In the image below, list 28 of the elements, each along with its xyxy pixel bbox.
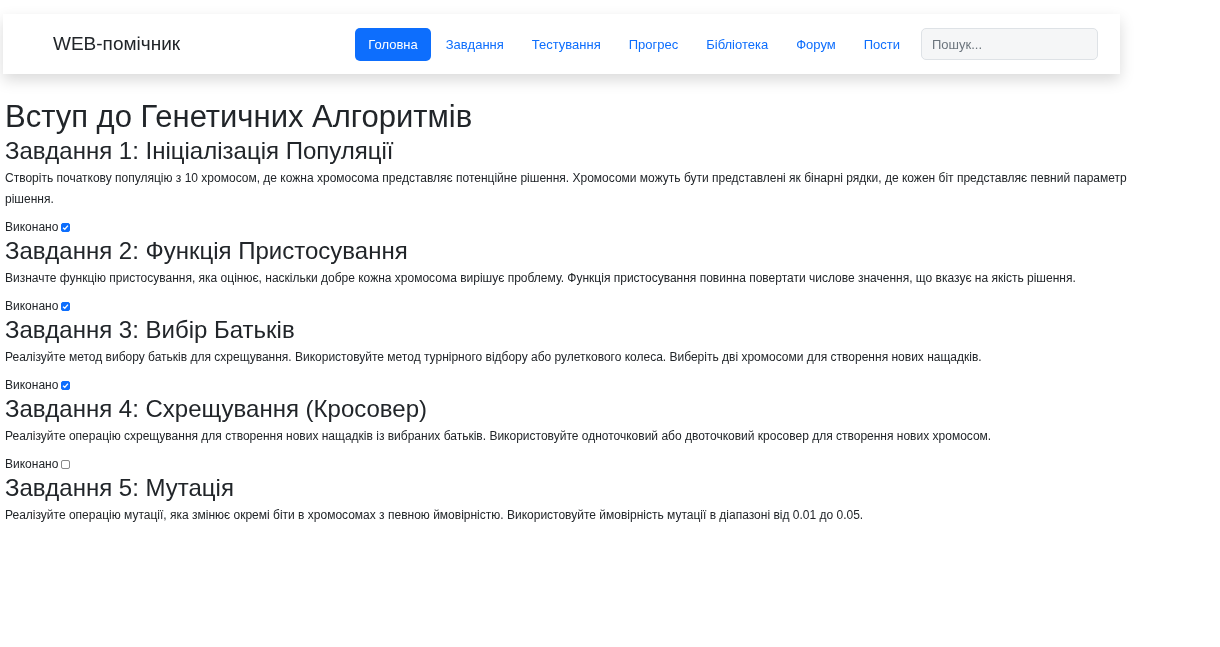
task-title: Завдання 4: Схрещування (Кросовер) xyxy=(5,394,429,424)
task-title: Завдання 3: Вибір Батьків xyxy=(5,315,296,345)
nav-link[interactable]: Тестування xyxy=(518,27,614,61)
task-description: Реалізуйте операцію схрещування для створення нових нащадків із вибраних батьків. Використовуйте одноточковий або двоточковий кросовер для створення нових хромосом. xyxy=(5,428,993,445)
done-checkbox[interactable] xyxy=(61,380,71,390)
done-checkbox[interactable] xyxy=(61,459,71,469)
task-title: Завдання 2: Функція Пристосування xyxy=(5,236,409,266)
done-label: Виконано xyxy=(5,299,59,313)
done-label: Виконано xyxy=(5,457,59,471)
done-label: Виконано xyxy=(5,220,59,234)
nav-link[interactable]: Бібліотека xyxy=(693,27,782,61)
nav-link[interactable]: Завдання xyxy=(432,27,517,61)
brand-name[interactable]: WEB-помічник xyxy=(53,33,181,55)
task-description: Реалізуйте операцію мутації, яка змінює окремі біти в хромосомах з певною ймовірністю. Використовуйте ймовірність мутації в діапазоні від 0.01 до 0.05. xyxy=(5,507,865,524)
task-description: Визначте функцію пристосування, яка оцінює, наскільки добре кожна хромосома вирішує проблему. Функція пристосування повинна повертати числове значення, що вказує на якість рішення. xyxy=(5,270,1077,287)
page-title: Вступ до Генетичних Алгоритмів xyxy=(5,98,474,136)
nav-link[interactable]: Головна xyxy=(355,27,431,61)
nav-link[interactable]: Форум xyxy=(783,27,849,61)
done-label: Виконано xyxy=(5,378,59,392)
task-description: Створіть початкову популяцію з 10 хромосом, де кожна хромосома представляє потенційне рішення. Хромосоми можуть бути представлені як бінарні рядки, де кожен біт представляє певний параметр рішення. xyxy=(5,170,1128,208)
nav-link[interactable]: Пости xyxy=(850,27,913,61)
search-field[interactable]: Пошук... xyxy=(921,28,1098,60)
task-description: Реалізуйте метод вибору батьків для схрещування. Використовуйте метод турнірного відбору або рулеткового колеса. Виберіть дві хромосоми для створення нових нащадків. xyxy=(5,349,983,366)
nav-link[interactable]: Прогрес xyxy=(615,27,692,61)
done-checkbox[interactable] xyxy=(61,301,71,311)
task-title: Завдання 5: Мутація xyxy=(5,473,235,503)
done-checkbox[interactable] xyxy=(61,222,71,232)
task-title: Завдання 1: Ініціалізація Популяції xyxy=(5,136,395,166)
